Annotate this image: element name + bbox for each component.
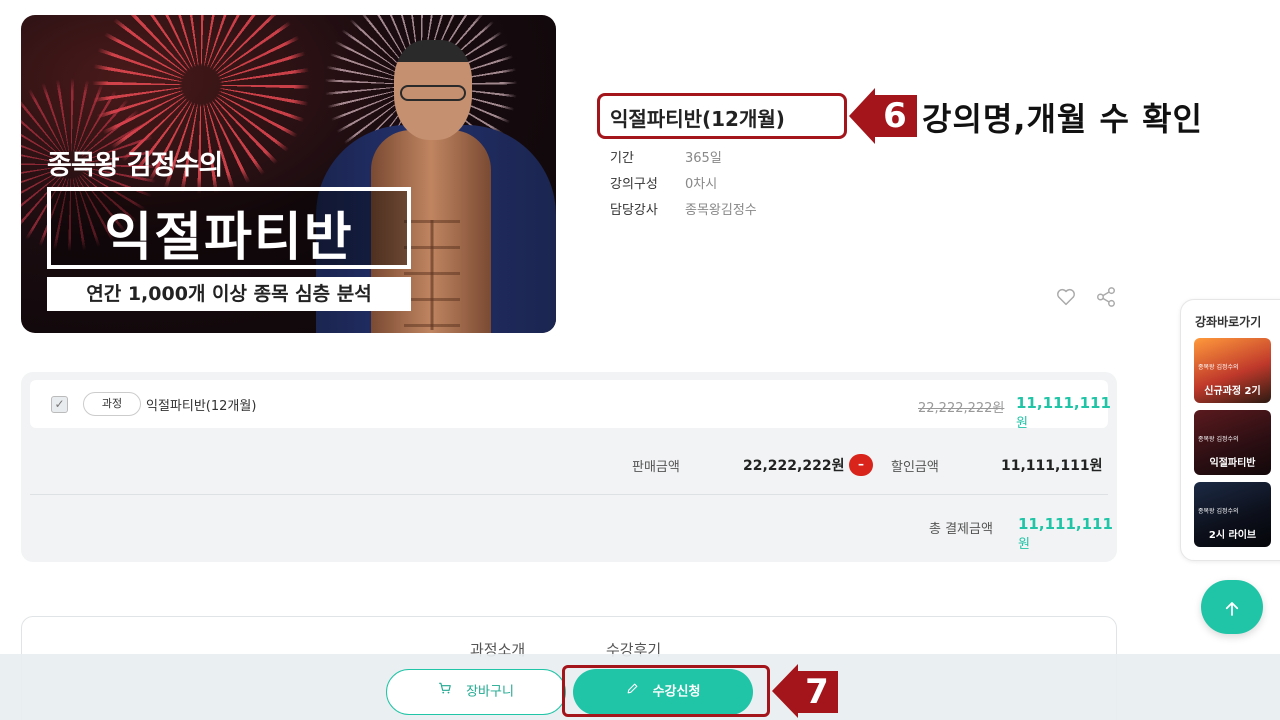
shortcut-title: 강좌바로가기 bbox=[1195, 315, 1262, 329]
annotation-arrow-icon bbox=[849, 88, 875, 144]
thumb-label: 신규과정 2기 bbox=[1204, 386, 1261, 397]
info-label: 강의구성 bbox=[610, 177, 658, 192]
thumb-caption: 종목왕 김정수의 bbox=[1198, 436, 1239, 443]
info-value: 365일 bbox=[685, 151, 722, 166]
banner-subtitle: 종목왕 김정수의 bbox=[47, 150, 223, 181]
info-row-lectures: 강의구성 0차시 bbox=[610, 173, 717, 192]
info-label: 담당강사 bbox=[610, 203, 658, 218]
annotation-step-badge: 6 bbox=[873, 95, 917, 137]
annotation-step-text: 강의명,개월 수 확인 bbox=[922, 100, 1203, 138]
add-to-cart-button[interactable]: 장바구니 bbox=[386, 669, 566, 715]
annotation-step-badge: 7 bbox=[796, 671, 838, 713]
sale-amount-value: 22,222,222원 bbox=[743, 458, 845, 474]
total-amount: 11,111,111 bbox=[1018, 515, 1113, 533]
course-title: 익절파티반(12개월) bbox=[610, 107, 785, 131]
annotation-arrow-icon bbox=[772, 664, 798, 718]
check-icon: ✓ bbox=[54, 397, 65, 411]
item-name: 익절파티반(12개월) bbox=[146, 399, 257, 414]
heart-icon[interactable] bbox=[1055, 286, 1077, 308]
divider bbox=[30, 494, 1108, 495]
info-value: 0차시 bbox=[685, 177, 718, 192]
item-sale-price: 11,111,111 원 bbox=[1016, 394, 1111, 431]
thumb-label: 2시 라이브 bbox=[1208, 530, 1257, 541]
currency-unit: 원 bbox=[1018, 537, 1030, 552]
info-label: 기간 bbox=[610, 151, 634, 166]
arrow-up-icon bbox=[1223, 595, 1241, 619]
price-panel: ✓ 과정 익절파티반(12개월) 22,222,222원 11,111,111 원… bbox=[21, 372, 1117, 562]
item-type-tag: 과정 bbox=[83, 392, 141, 416]
banner-title: 익절파티반 bbox=[104, 208, 354, 268]
cart-button-label: 장바구니 bbox=[466, 684, 514, 700]
total-amount-label: 총 결제금액 bbox=[929, 522, 993, 537]
shortcut-thumb-item[interactable]: 종목왕 김정수의 익절파티반 bbox=[1194, 410, 1271, 475]
item-original-price: 22,222,222원 bbox=[918, 401, 1005, 416]
currency-unit: 원 bbox=[1016, 416, 1028, 431]
discount-amount-label: 할인금액 bbox=[891, 460, 939, 475]
item-sale-amount: 11,111,111 bbox=[1016, 394, 1111, 412]
scroll-top-button[interactable] bbox=[1201, 580, 1263, 634]
thumb-caption: 종목왕 김정수의 bbox=[1198, 508, 1239, 515]
shortcut-thumb-item[interactable]: 종목왕 김정수의 2시 라이브 bbox=[1194, 482, 1271, 547]
course-shortcut-panel: 강좌바로가기 종목왕 김정수의 신규과정 2기 종목왕 김정수의 익절파티반 종… bbox=[1180, 299, 1280, 561]
total-amount-value: 11,111,111 원 bbox=[1018, 515, 1117, 552]
thumb-label: 익절파티반 bbox=[1209, 458, 1256, 469]
item-checkbox[interactable]: ✓ bbox=[51, 396, 68, 413]
shortcut-thumb-item[interactable]: 종목왕 김정수의 신규과정 2기 bbox=[1194, 338, 1271, 403]
info-row-instructor: 담당강사 종목왕김정수 bbox=[610, 199, 757, 218]
sale-amount-label: 판매금액 bbox=[632, 460, 680, 475]
course-banner-image: 종목왕 김정수의 익절파티반 연간 1,000개 이상 종목 심층 분석 bbox=[21, 15, 556, 333]
course-detail-page: 종목왕 김정수의 익절파티반 연간 1,000개 이상 종목 심층 분석 익절파… bbox=[0, 0, 1280, 720]
cart-item-row: ✓ 과정 익절파티반(12개월) 22,222,222원 11,111,111 원 bbox=[30, 380, 1111, 431]
info-row-period: 기간 365일 bbox=[610, 147, 722, 166]
share-icon[interactable] bbox=[1095, 286, 1117, 308]
discount-amount-value: 11,111,111원 bbox=[1001, 458, 1103, 474]
annotation-highlight-enroll bbox=[562, 665, 770, 717]
info-value: 종목왕김정수 bbox=[685, 203, 757, 218]
cart-icon bbox=[438, 670, 452, 714]
minus-icon: – bbox=[849, 454, 873, 476]
thumb-caption: 종목왕 김정수의 bbox=[1198, 364, 1239, 371]
banner-tagline: 연간 1,000개 이상 종목 심층 분석 bbox=[47, 277, 411, 311]
